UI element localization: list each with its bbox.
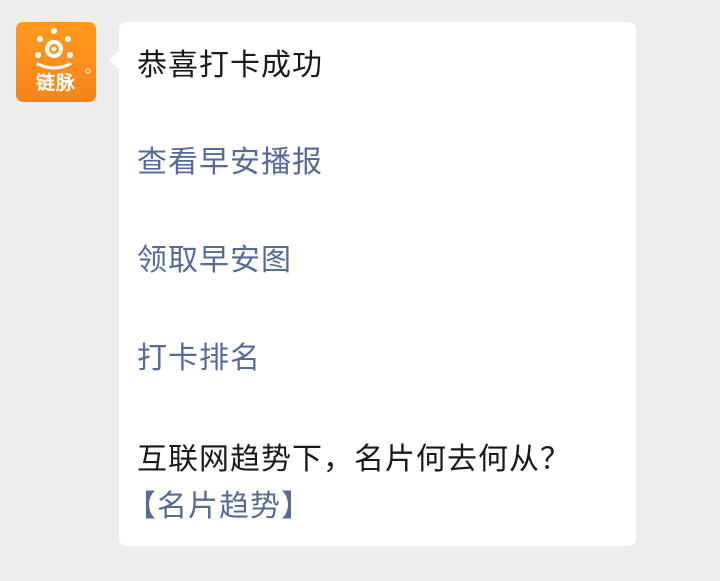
link-morning-image[interactable]: 领取早安图 bbox=[137, 241, 292, 281]
link-morning-broadcast[interactable]: 查看早安播报 bbox=[137, 143, 323, 183]
avatar-logo-text: 链脉 bbox=[35, 72, 76, 94]
link-checkin-ranking[interactable]: 打卡排名 bbox=[137, 339, 261, 379]
link-card-trend[interactable]: 【名片趋势】 bbox=[126, 487, 312, 527]
avatar[interactable]: 链脉 bbox=[16, 22, 96, 102]
message-footer-text: 互联网趋势下，名片何去何从？ bbox=[137, 442, 571, 477]
message-title: 恭喜打卡成功 bbox=[137, 48, 323, 83]
